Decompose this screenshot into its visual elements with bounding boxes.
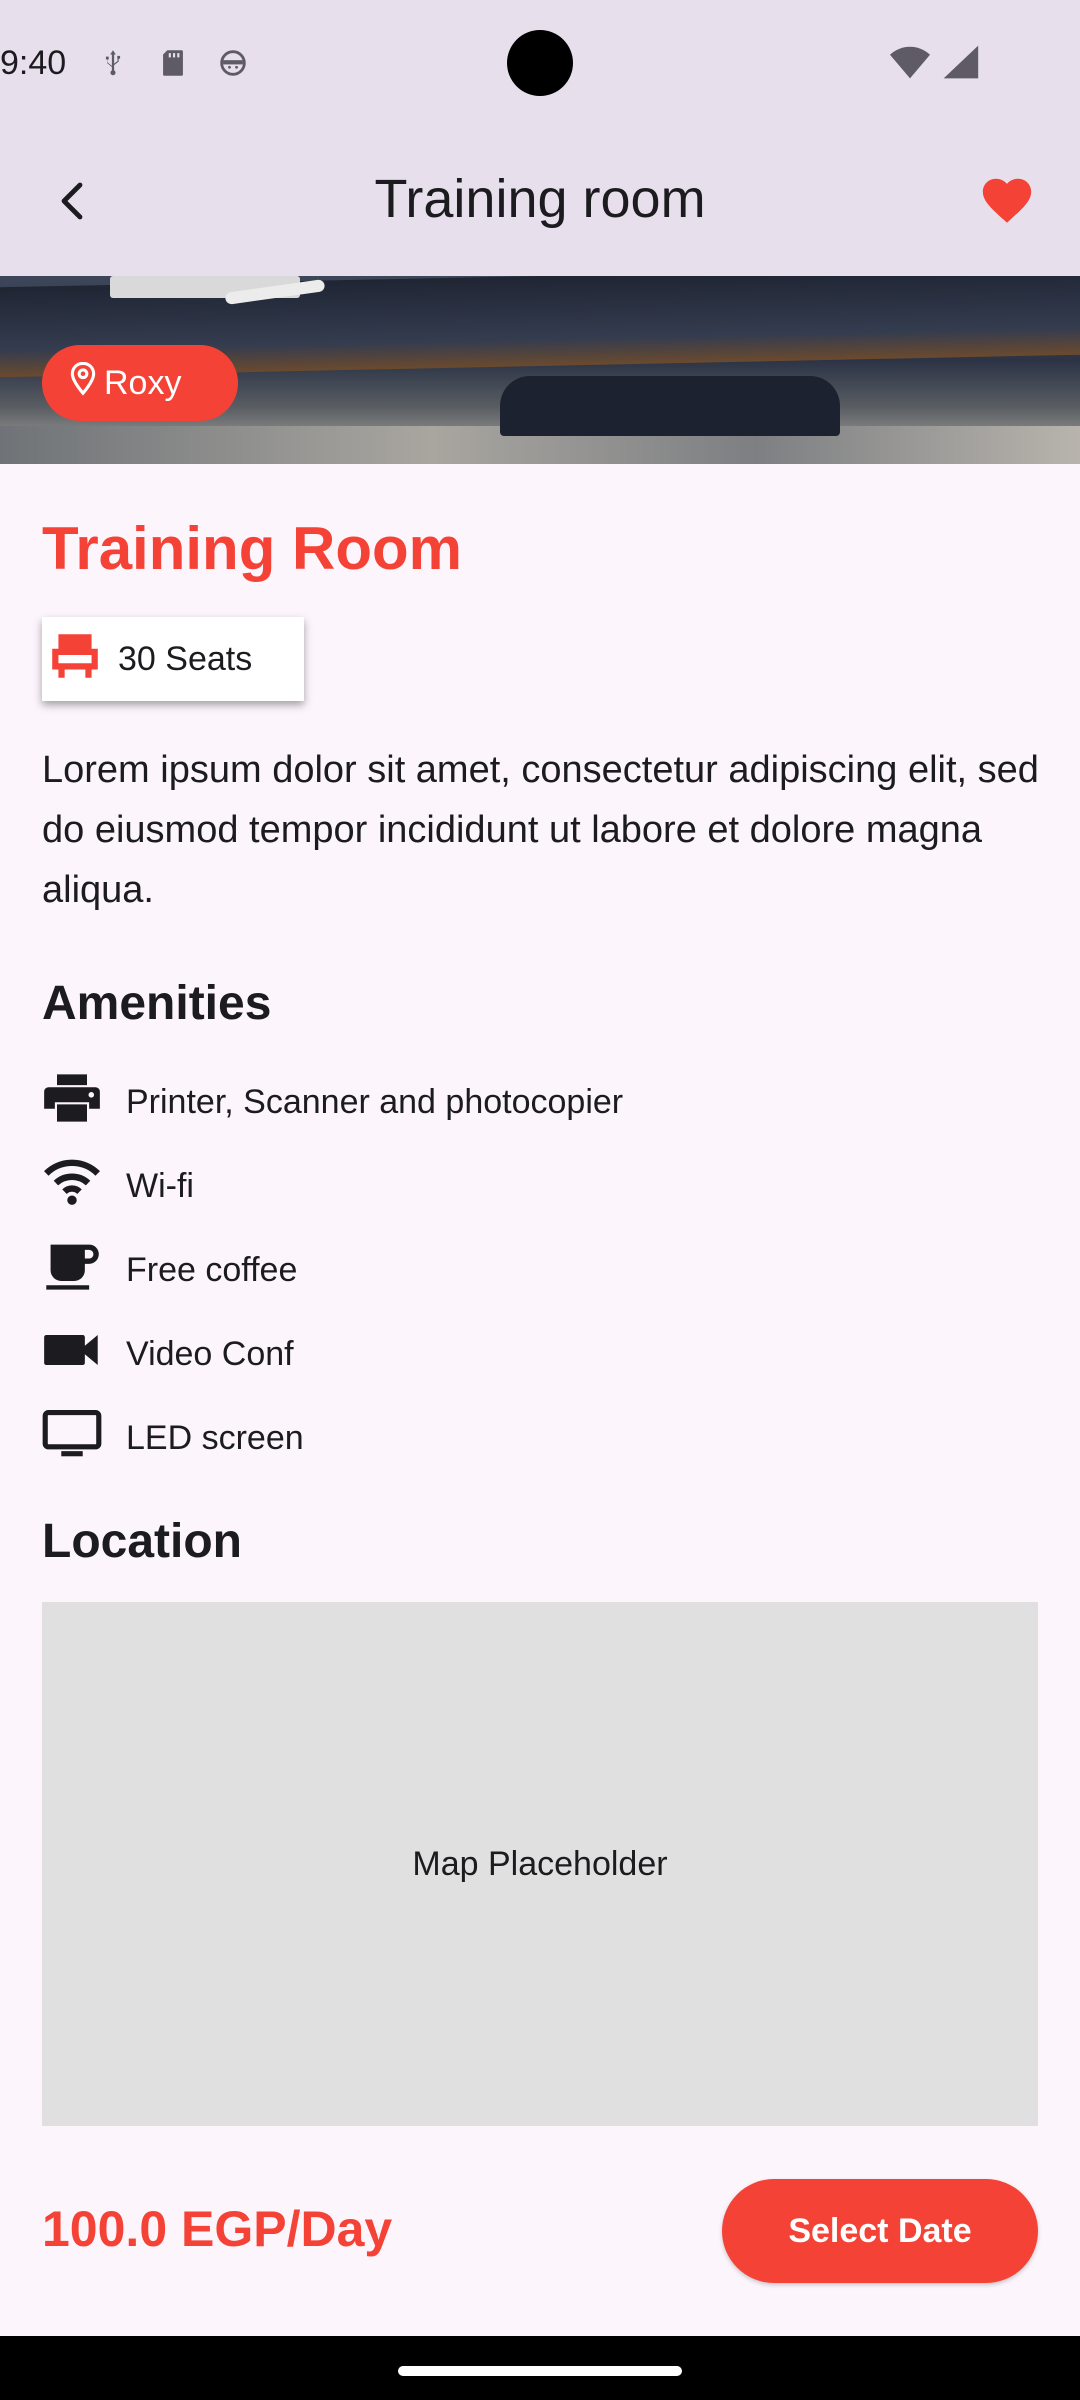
wifi-icon — [42, 1156, 102, 1217]
map-placeholder[interactable]: Map Placeholder — [42, 1602, 1038, 2126]
amenity-item: Printer, Scanner and photocopier — [42, 1060, 1042, 1144]
amenities-heading: Amenities — [42, 977, 272, 1030]
status-bar: 9:40 — [0, 0, 1080, 128]
coffee-icon — [42, 1240, 102, 1301]
app-bar: Training room — [0, 128, 1080, 276]
amenity-label: Video Conf — [126, 1334, 294, 1373]
room-description: Lorem ipsum dolor sit amet, consectetur … — [42, 749, 1039, 911]
amenity-label: Wi-fi — [126, 1166, 194, 1205]
video-camera-icon — [42, 1324, 102, 1385]
amenity-item: Wi-fi — [42, 1144, 1042, 1228]
amenity-item: Video Conf — [42, 1312, 1042, 1396]
amenity-label: Free coffee — [126, 1250, 298, 1289]
usb-debug-icon — [96, 46, 130, 85]
status-icons-right — [888, 42, 982, 87]
android-icon — [216, 46, 250, 85]
price-label: 100.0 EGP/Day — [42, 2201, 393, 2257]
wifi-signal-icon — [888, 42, 932, 87]
heart-icon — [978, 172, 1036, 235]
gesture-handle[interactable] — [398, 2366, 682, 2376]
seat-icon — [46, 627, 104, 692]
amenities-list: Printer, Scanner and photocopier Wi-fi F… — [42, 1060, 1042, 1480]
printer-icon — [42, 1072, 102, 1133]
location-heading: Location — [42, 1515, 242, 1568]
camera-cutout — [507, 30, 573, 96]
location-chip-label: Roxy — [104, 363, 182, 402]
seats-badge: 30 Seats — [42, 617, 304, 701]
map-pin-icon — [68, 361, 98, 405]
map-placeholder-label: Map Placeholder — [412, 1844, 668, 1883]
cell-signal-icon — [938, 42, 982, 87]
status-time: 9:40 — [0, 44, 67, 82]
amenity-item: Free coffee — [42, 1228, 1042, 1312]
photo-chair — [500, 376, 840, 436]
page-title: Training room — [374, 169, 706, 229]
favorite-button[interactable] — [972, 168, 1042, 238]
status-icons-left — [96, 46, 250, 85]
amenity-item: LED screen — [42, 1396, 1042, 1480]
room-title: Training Room — [42, 515, 462, 582]
monitor-icon — [42, 1408, 102, 1469]
select-date-button[interactable]: Select Date — [722, 2179, 1038, 2283]
amenity-label: Printer, Scanner and photocopier — [126, 1082, 624, 1121]
sd-card-icon — [156, 46, 190, 85]
location-chip[interactable]: Roxy — [42, 345, 238, 421]
seats-label: 30 Seats — [118, 639, 253, 678]
amenity-label: LED screen — [126, 1418, 304, 1457]
